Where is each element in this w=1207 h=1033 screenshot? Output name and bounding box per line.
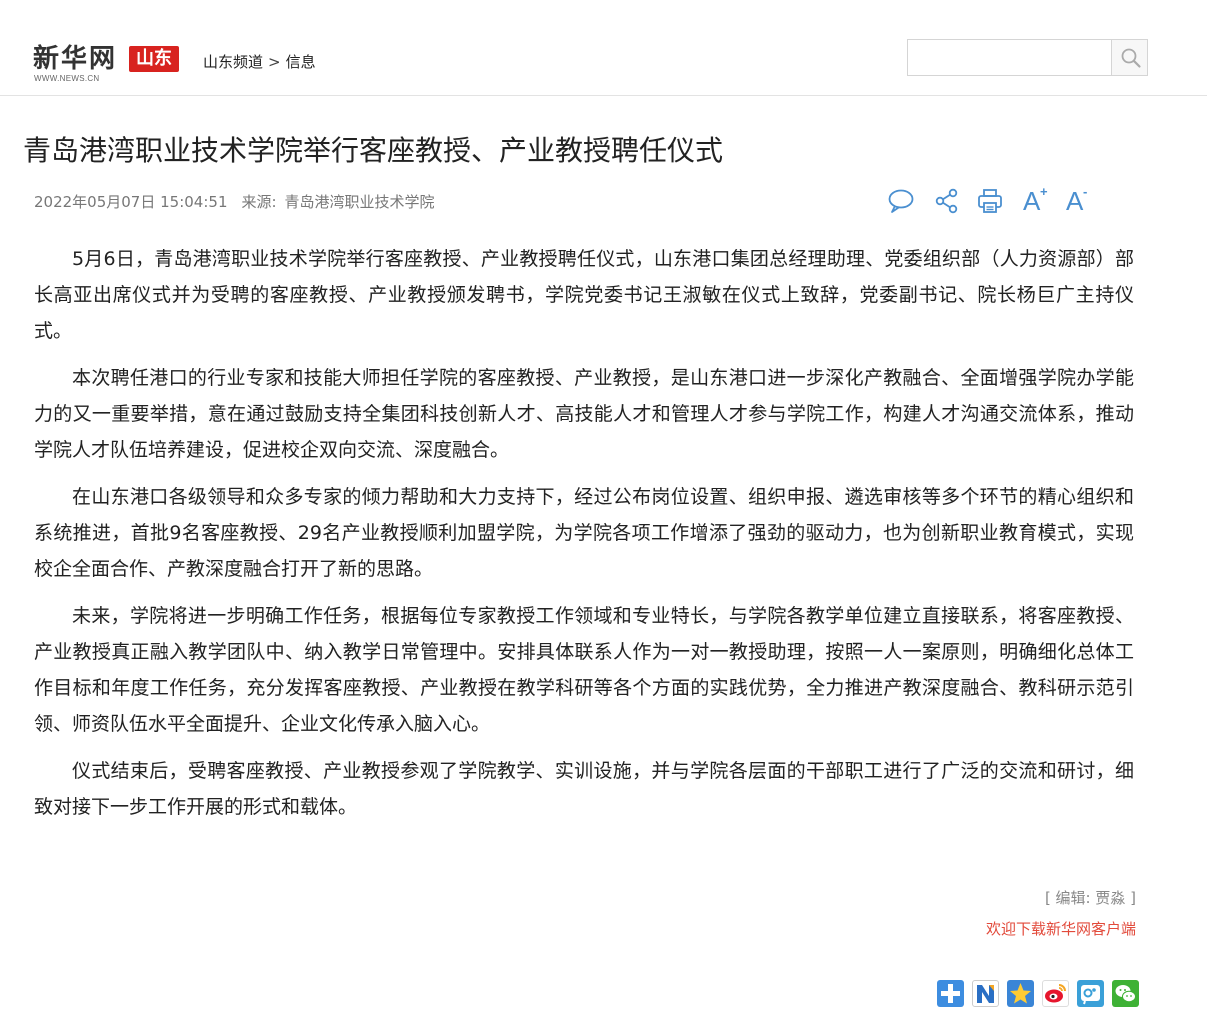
article-paragraph: 本次聘任港口的行业专家和技能大师担任学院的客座教授、产业教授，是山东港口进一步深… [34,367,1134,461]
search-input[interactable] [908,40,1112,75]
xinhua-logo[interactable]: 新华网 山东 WWW.NEWS.CN [33,44,183,86]
source-label: 来源: [241,193,277,211]
comment-icon [888,189,914,213]
logo-badge: 山东 [129,46,179,72]
article-paragraph: 5月6日，青岛港湾职业技术学院举行客座教授、产业教授聘任仪式，山东港口集团总经理… [34,248,1134,342]
qzone-share-button[interactable] [1007,980,1034,1007]
search-button[interactable] [1111,40,1147,75]
breadcrumb-separator: > [268,53,281,71]
article-source: 青岛港湾职业技术学院 [284,193,435,211]
more-share-button[interactable] [937,980,964,1007]
search-box [907,39,1148,76]
breadcrumb-section-link[interactable]: 信息 [286,53,316,71]
article-meta: 2022年05月07日 15:04:51 来源: 青岛港湾职业技术学院 [34,192,435,212]
font-decrease-button[interactable]: A - [1062,184,1092,216]
article-paragraph: 未来，学院将进一步明确工作任务，根据每位专家教授工作领域和专业特长，与学院各教学… [34,605,1134,735]
netease-icon [977,985,994,1003]
search-icon [1121,48,1141,68]
breadcrumb: 山东频道 > 信息 [203,52,316,72]
tencent-weibo-icon [1081,985,1100,1005]
comment-button[interactable] [886,186,916,216]
share-bar [937,980,1142,1008]
download-app-link[interactable]: 欢迎下载新华网客户端 [986,919,1136,939]
font-increase-button[interactable]: A + [1019,184,1049,216]
article-title: 青岛港湾职业技术学院举行客座教授、产业教授聘任仪式 [23,134,724,167]
wechat-share-button[interactable] [1112,980,1139,1007]
font-increase-icon: A [1023,186,1041,216]
wechat-icon [1115,985,1136,1003]
font-decrease-icon: A [1066,186,1084,216]
weibo-icon [1045,984,1066,1003]
print-button[interactable] [975,186,1005,216]
editor-credit: [ 编辑: 贾淼 ] [1044,889,1136,907]
article-paragraph: 在山东港口各级领导和众多专家的倾力帮助和大力支持下，经过公布岗位设置、组织申报、… [34,486,1134,580]
print-icon [978,189,1002,213]
logo-text: 新华网 [33,44,118,74]
font-increase-sign: + [1040,184,1048,199]
breadcrumb-channel-link[interactable]: 山东频道 [203,53,263,71]
article-body: 5月6日，青岛港湾职业技术学院举行客座教授、产业教授聘任仪式，山东港口集团总经理… [34,241,1134,836]
netease-share-button[interactable] [972,980,999,1007]
share-icon [935,188,958,214]
site-header: 新华网 山东 WWW.NEWS.CN 山东频道 > 信息 [0,0,1207,96]
font-decrease-sign: - [1083,184,1088,199]
qzone-icon [1010,983,1031,1004]
tencent-weibo-share-button[interactable] [1077,980,1104,1007]
article-datetime: 2022年05月07日 15:04:51 [34,193,228,211]
more-share-icon [941,984,960,1003]
article-paragraph: 仪式结束后，受聘客座教授、产业教授参观了学院教学、实训设施，并与学院各层面的干部… [34,760,1134,818]
share-button[interactable] [932,186,962,216]
logo-url-text: WWW.NEWS.CN [34,74,100,83]
weibo-share-button[interactable] [1042,980,1069,1007]
